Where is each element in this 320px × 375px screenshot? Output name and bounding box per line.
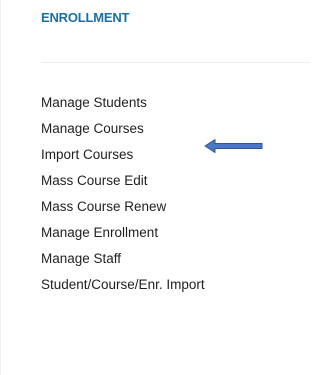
menu-item-manage-staff[interactable]: Manage Staff	[41, 246, 205, 272]
enrollment-panel: ENROLLMENT Manage Students Manage Course…	[0, 0, 310, 375]
menu-item-import-courses[interactable]: Import Courses	[41, 142, 205, 168]
section-title: ENROLLMENT	[41, 10, 130, 25]
menu-link-manage-students[interactable]: Manage Students	[41, 95, 147, 111]
menu-item-manage-courses[interactable]: Manage Courses	[41, 116, 205, 142]
menu-item-manage-students[interactable]: Manage Students	[41, 90, 205, 116]
left-arrow-icon	[204, 139, 263, 153]
menu-item-student-course-enr-import[interactable]: Student/Course/Enr. Import	[41, 272, 205, 298]
menu-link-mass-course-renew[interactable]: Mass Course Renew	[41, 199, 166, 215]
menu-link-student-course-enr-import[interactable]: Student/Course/Enr. Import	[41, 277, 205, 293]
menu-item-manage-enrollment[interactable]: Manage Enrollment	[41, 220, 205, 246]
menu-link-manage-staff[interactable]: Manage Staff	[41, 251, 121, 267]
menu-link-manage-courses[interactable]: Manage Courses	[41, 121, 144, 137]
menu-link-manage-enrollment[interactable]: Manage Enrollment	[41, 225, 158, 241]
menu-link-mass-course-edit[interactable]: Mass Course Edit	[41, 173, 148, 189]
section-divider	[41, 62, 310, 63]
menu-item-mass-course-edit[interactable]: Mass Course Edit	[41, 168, 205, 194]
arrow-shape	[204, 139, 263, 153]
menu-item-mass-course-renew[interactable]: Mass Course Renew	[41, 194, 205, 220]
enrollment-menu: Manage Students Manage Courses Import Co…	[41, 90, 205, 298]
menu-link-import-courses[interactable]: Import Courses	[41, 147, 133, 163]
